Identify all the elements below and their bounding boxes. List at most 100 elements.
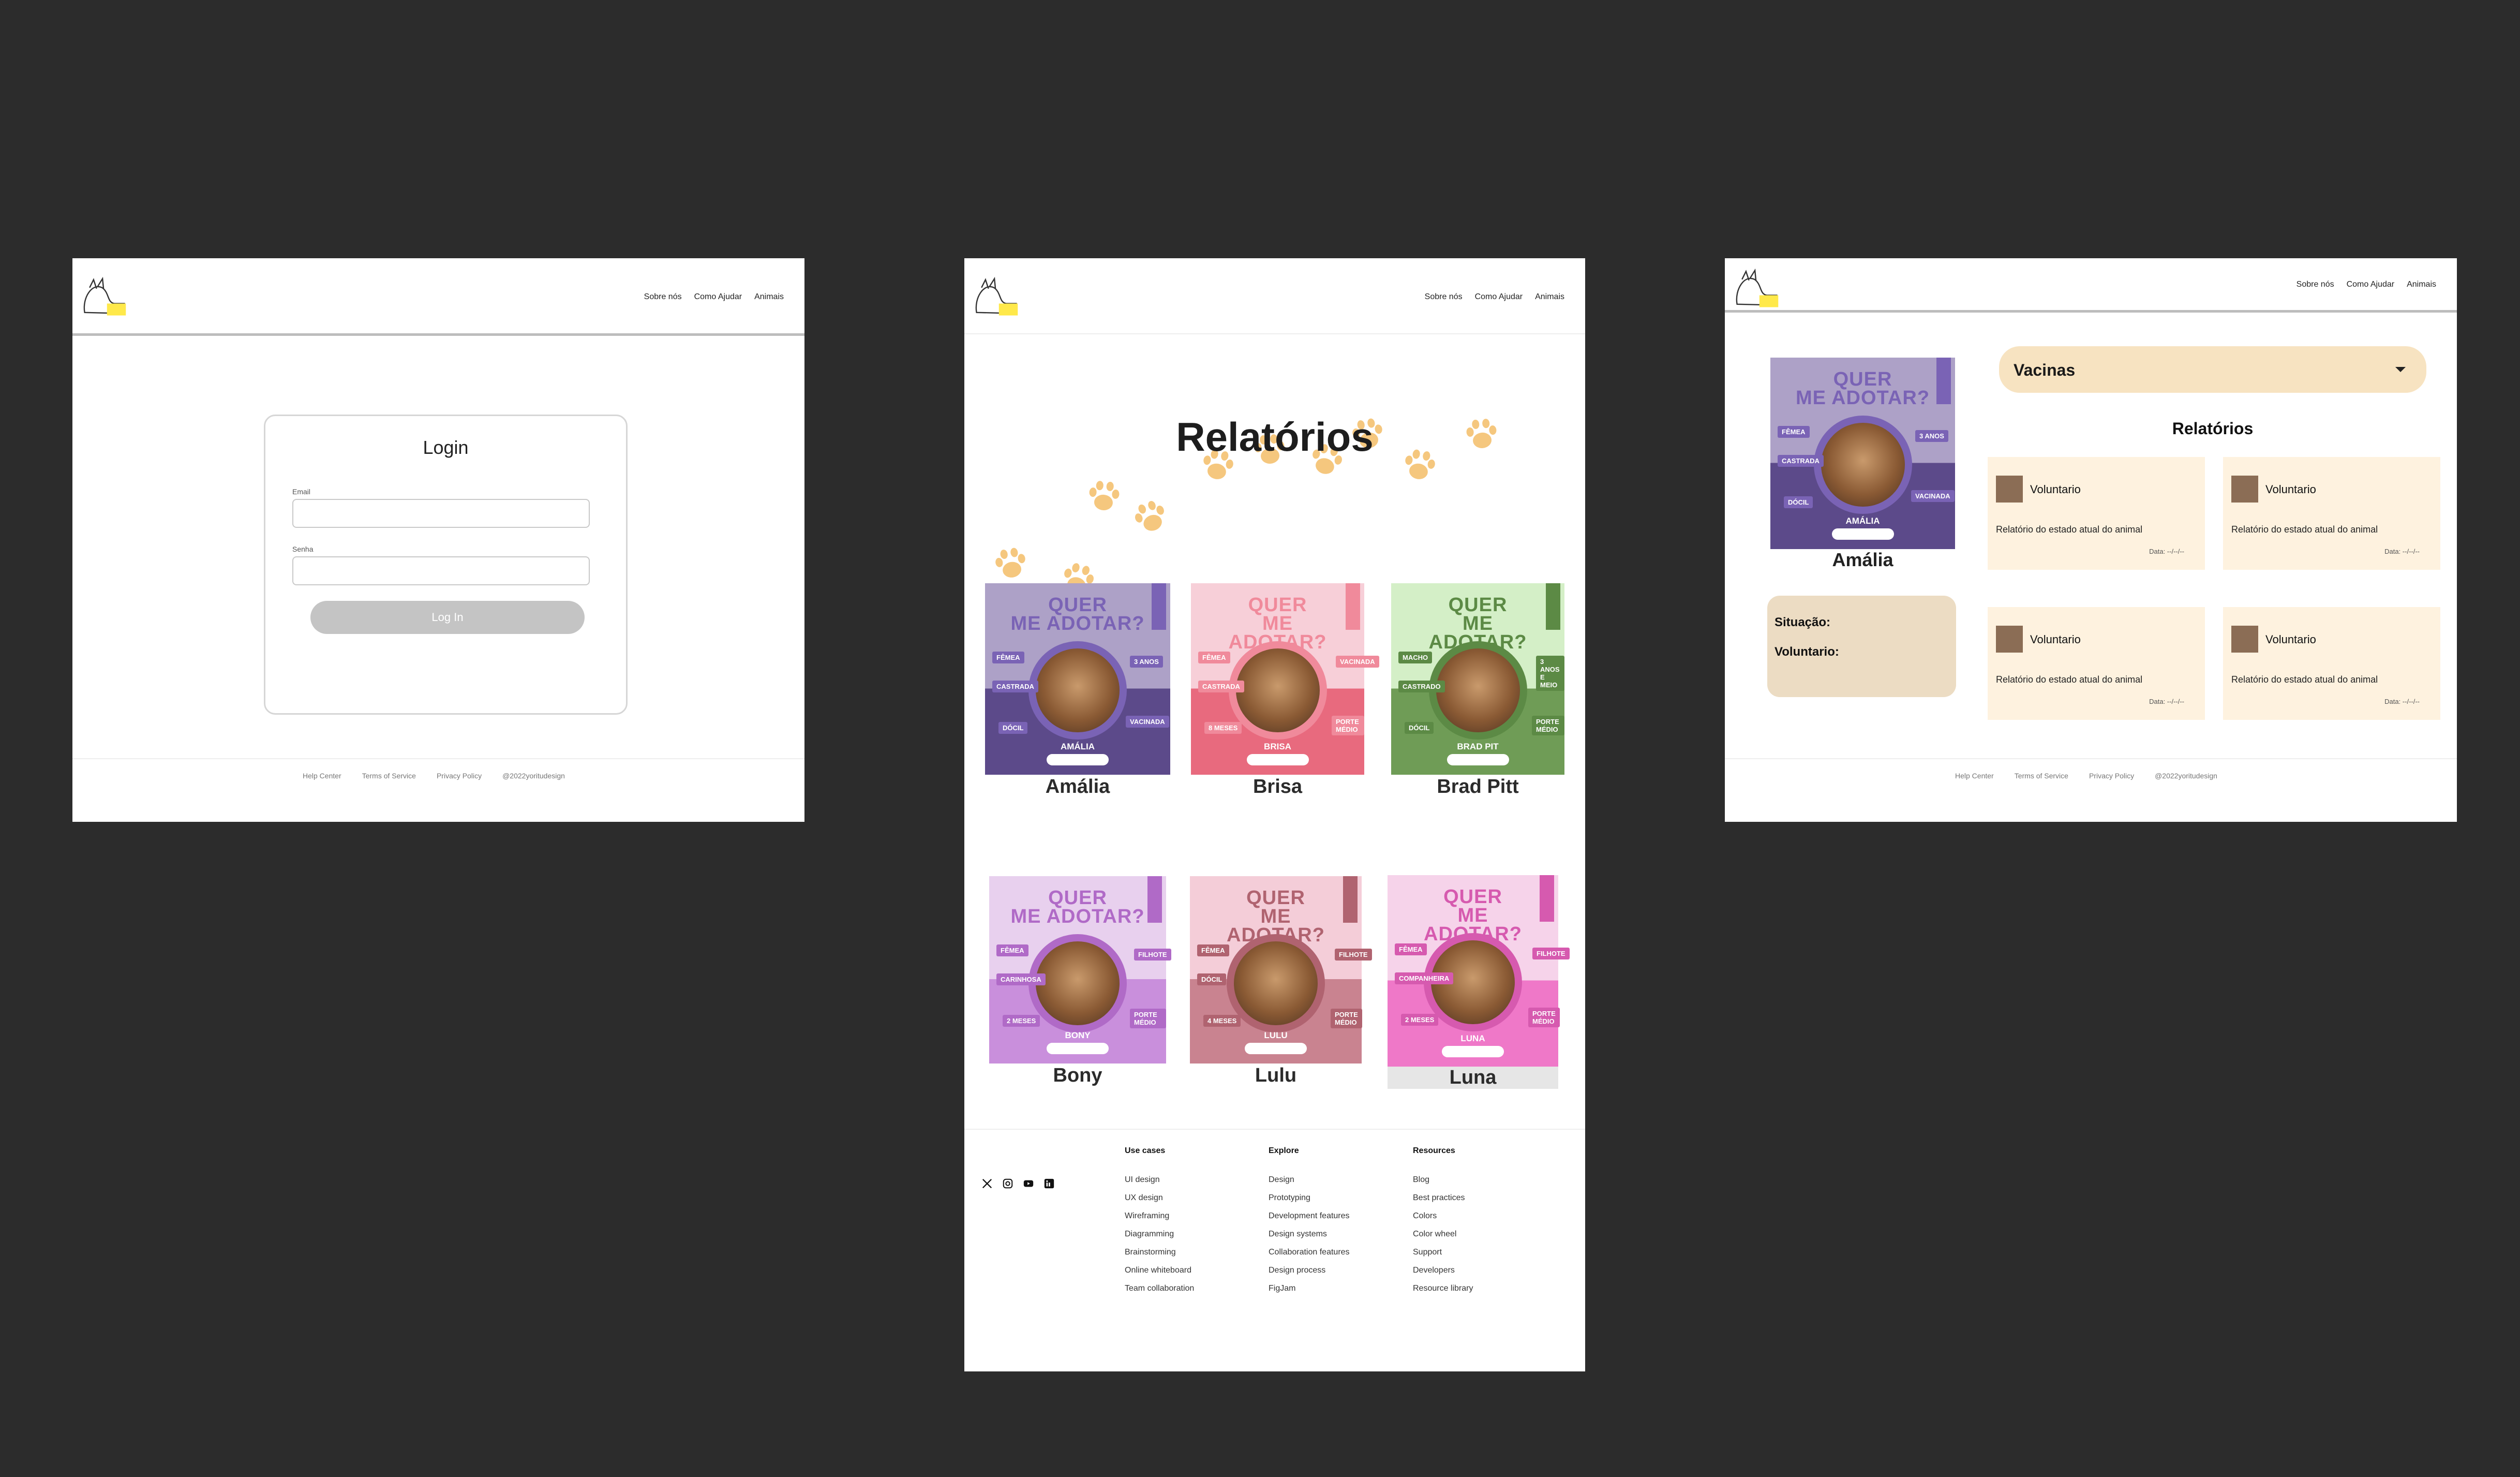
- login-frame: Sobre nós Como Ajudar Animais Login Emai…: [72, 258, 804, 822]
- footer-link[interactable]: Design process: [1269, 1266, 1350, 1275]
- footer-link[interactable]: Design: [1269, 1175, 1350, 1185]
- nav-como-ajudar[interactable]: Como Ajudar: [694, 292, 742, 302]
- footer-link[interactable]: Color wheel: [1413, 1230, 1473, 1239]
- animal-card[interactable]: QUERME ADOTAR?MACHO3 ANOS E MEIOCASTRADO…: [1391, 583, 1564, 775]
- header: Sobre nós Como Ajudar Animais: [72, 258, 804, 336]
- footer-link[interactable]: Design systems: [1269, 1230, 1350, 1239]
- footer-link[interactable]: UI design: [1125, 1175, 1194, 1185]
- email-input[interactable]: [292, 499, 590, 528]
- footer-help-center[interactable]: Help Center: [303, 772, 341, 780]
- report-author: Voluntario: [2030, 633, 2081, 646]
- header: Sobre nós Como Ajudar Animais: [964, 258, 1585, 336]
- youtube-icon[interactable]: [1021, 1176, 1036, 1191]
- footer-help-center[interactable]: Help Center: [1955, 772, 1994, 780]
- footer-privacy[interactable]: Privacy Policy: [437, 772, 482, 780]
- poster-tag: FÊMEA: [996, 944, 1028, 956]
- footer-link[interactable]: Colors: [1413, 1212, 1473, 1221]
- report-card[interactable]: Voluntario Relatório do estado atual do a…: [1988, 457, 2205, 570]
- poster-phone: [1447, 754, 1509, 765]
- nav-animais[interactable]: Animais: [1535, 292, 1564, 302]
- poster-animal-name: BRAD PIT: [1457, 742, 1499, 751]
- poster-ribbon: [1343, 876, 1358, 923]
- footer-link[interactable]: UX design: [1125, 1193, 1194, 1203]
- animal-card[interactable]: QUERME ADOTAR?FÊMEAVACINADACASTRADA8 MES…: [1191, 583, 1379, 775]
- x-icon[interactable]: [980, 1176, 994, 1191]
- footer-link[interactable]: Support: [1413, 1248, 1473, 1257]
- adoption-poster: QUER ME ADOTAR? FÊMEA 3 ANOS CASTRADA DÓCIL VA…: [985, 583, 1170, 775]
- nav-como-ajudar[interactable]: Como Ajudar: [2347, 280, 2395, 289]
- password-input[interactable]: [292, 556, 590, 585]
- poster-tag: 8 MESES: [1204, 722, 1242, 734]
- poster-headline-line: QUER: [1048, 594, 1107, 616]
- linkedin-icon[interactable]: [1042, 1176, 1056, 1191]
- footer-column: Resources Blog Best practices Colors Color w…: [1413, 1146, 1473, 1302]
- logo: [83, 276, 126, 316]
- animal-photo: [1028, 641, 1127, 740]
- footer-link[interactable]: FigJam: [1269, 1284, 1350, 1293]
- relatorios-title: Relatórios: [2172, 419, 2254, 438]
- animal-card-name[interactable]: Lulu: [1190, 1065, 1362, 1087]
- poster-tag: FÊMEA: [1197, 944, 1229, 956]
- footer-link[interactable]: Prototyping: [1269, 1193, 1350, 1203]
- animal-card-name[interactable]: Luna: [1388, 1067, 1558, 1089]
- report-card[interactable]: Voluntario Relatório do estado atual do a…: [2223, 607, 2440, 720]
- poster-phone: [1245, 1043, 1307, 1054]
- instagram-icon[interactable]: [1001, 1176, 1015, 1191]
- animal-card[interactable]: QUERME ADOTAR?FÊMEAFILHOTECOMPANHEIRA2 M…: [1388, 875, 1570, 1067]
- paw-print-icon: [1089, 481, 1120, 510]
- report-card[interactable]: Voluntario Relatório do estado atual do a…: [2223, 457, 2440, 570]
- footer-link[interactable]: Brainstorming: [1125, 1248, 1194, 1257]
- report-author: Voluntario: [2265, 483, 2316, 496]
- footer-column-title: Use cases: [1125, 1146, 1166, 1155]
- nav-animais[interactable]: Animais: [754, 292, 784, 302]
- animal-card[interactable]: QUERME ADOTAR?FÊMEAFILHOTEDÓCIL4 MESESPO…: [1190, 876, 1372, 1064]
- footer-link[interactable]: Collaboration features: [1269, 1248, 1350, 1257]
- footer-link[interactable]: Blog: [1413, 1175, 1473, 1185]
- footer-terms[interactable]: Terms of Service: [2015, 772, 2068, 780]
- animal-name: Amália: [1832, 549, 1893, 570]
- animal-card[interactable]: QUER ME ADOTAR? FÊMEA 3 ANOS CASTRADA DÓCIL VA…: [985, 583, 1170, 775]
- report-date: Data: --/--/--: [2384, 548, 2420, 555]
- main-nav: Sobre nós Como Ajudar Animais: [1425, 292, 1564, 302]
- nav-sobre-nos[interactable]: Sobre nós: [2297, 280, 2334, 289]
- footer-copyright[interactable]: @2022yoritudesign: [2155, 772, 2217, 780]
- footer-link[interactable]: Resource library: [1413, 1284, 1473, 1293]
- footer-link[interactable]: Diagramming: [1125, 1230, 1194, 1239]
- footer-terms[interactable]: Terms of Service: [362, 772, 416, 780]
- animal-card[interactable]: QUER ME ADOTAR? FÊMEA FILHOTE CARINHOSA 2 MES…: [989, 876, 1171, 1064]
- report-card[interactable]: Voluntario Relatório do estado atual do a…: [1988, 607, 2205, 720]
- footer-privacy[interactable]: Privacy Policy: [2089, 772, 2134, 780]
- poster-ribbon: [1936, 358, 1951, 404]
- report-text: Relatório do estado atual do animal: [2231, 674, 2378, 685]
- poster-animal-name: AMÁLIA: [1060, 742, 1095, 751]
- footer-link[interactable]: Wireframing: [1125, 1212, 1194, 1221]
- footer-link[interactable]: Online whiteboard: [1125, 1266, 1194, 1275]
- nav-animais[interactable]: Animais: [2407, 280, 2436, 289]
- footer-links: Help Center Terms of Service Privacy Pol…: [1955, 772, 2217, 780]
- report-text: Relatório do estado atual do animal: [1996, 674, 2143, 685]
- nav-sobre-nos[interactable]: Sobre nós: [644, 292, 682, 302]
- animal-card-name[interactable]: Bony: [989, 1065, 1166, 1087]
- vacinas-dropdown[interactable]: Vacinas: [1999, 346, 2426, 393]
- nav-como-ajudar[interactable]: Como Ajudar: [1475, 292, 1523, 302]
- poster-tag: DÓCIL: [1405, 722, 1434, 734]
- login-button[interactable]: Log In: [310, 601, 585, 634]
- footer-copyright[interactable]: @2022yoritudesign: [502, 772, 565, 780]
- animal-card-name[interactable]: Brad Pitt: [1391, 776, 1564, 798]
- footer-link[interactable]: Best practices: [1413, 1193, 1473, 1203]
- animal-card-name[interactable]: Amália: [985, 776, 1170, 798]
- footer-link[interactable]: Developers: [1413, 1266, 1473, 1275]
- paw-print-icon: [1135, 500, 1164, 531]
- poster-ribbon: [1346, 583, 1360, 630]
- footer-link[interactable]: Development features: [1269, 1212, 1350, 1221]
- poster-headline-line: QUER: [1833, 368, 1892, 390]
- poster-animal-name: LUNA: [1460, 1033, 1485, 1043]
- footer-link[interactable]: Team collaboration: [1125, 1284, 1194, 1293]
- main-nav: Sobre nós Como Ajudar Animais: [2297, 280, 2436, 289]
- poster-tag: MACHO: [1398, 652, 1433, 663]
- voluntario-label: Voluntario:: [1775, 645, 1839, 659]
- nav-sobre-nos[interactable]: Sobre nós: [1425, 292, 1463, 302]
- animal-card-name[interactable]: Brisa: [1191, 776, 1364, 798]
- social-links: [980, 1176, 1056, 1191]
- poster-tag: 4 MESES: [1203, 1015, 1241, 1027]
